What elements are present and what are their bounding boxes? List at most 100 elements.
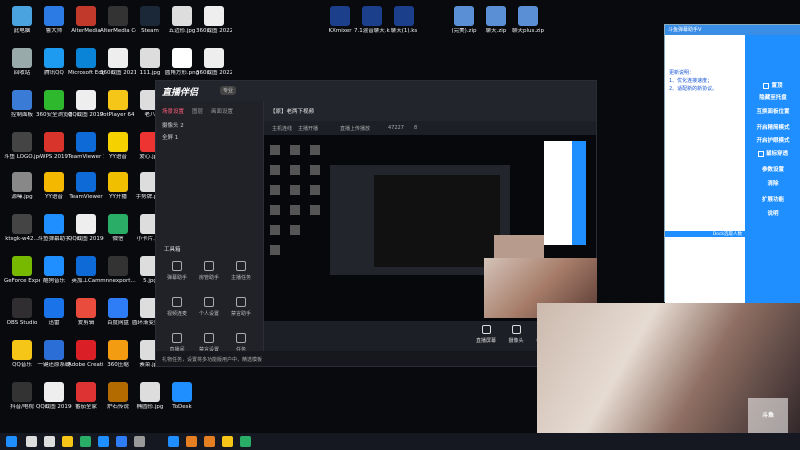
taskbar-app-icon[interactable]: [116, 436, 127, 447]
toolbox-item[interactable]: 主播任务: [226, 261, 256, 289]
toolbox-item[interactable]: 弹幕助手: [162, 261, 192, 289]
helper-menu-button[interactable]: 清除: [745, 179, 800, 187]
desktop-icon[interactable]: 酷狗音乐: [36, 256, 72, 296]
desktop-icon[interactable]: 腾讯QQ: [36, 48, 72, 88]
desktop-icon-label: 番茄全家: [74, 404, 97, 410]
taskbar-app-icon[interactable]: [240, 436, 251, 447]
info-item[interactable]: 主机连线: [272, 125, 292, 132]
helper-menu-button[interactable]: 参数设置: [745, 165, 800, 173]
toolbox-item[interactable]: 房管助手: [194, 261, 224, 289]
desktop-icon[interactable]: 360截图 2021031...: [100, 48, 136, 88]
desktop-icon[interactable]: AlterMedia Central 4: [100, 6, 136, 46]
taskbar-app-icon[interactable]: [62, 436, 73, 447]
taskbar-app-icon[interactable]: [26, 436, 37, 447]
helper-menu-button[interactable]: 扩展功能: [745, 195, 800, 203]
tab-picture-settings[interactable]: 画面设置: [211, 107, 233, 115]
desktop-icon[interactable]: 斗鱼 LOGO.jpg: [4, 132, 40, 172]
desktop-icon[interactable]: AlterMedia: [68, 6, 104, 46]
desktop-icon[interactable]: 抖音/电视: [4, 382, 40, 422]
helper-menu-button[interactable]: 说明: [745, 209, 800, 217]
desktop-icon[interactable]: 炉石传说: [100, 382, 136, 422]
taskbar-app-icon[interactable]: [186, 436, 197, 447]
desktop-icon[interactable]: 百度网盘: [100, 298, 136, 338]
desktop-icon[interactable]: QQ音乐: [4, 340, 40, 380]
desktop-icon[interactable]: 源噪.jpg: [4, 172, 40, 212]
desktop-icon[interactable]: mnnexport...: [100, 256, 136, 296]
desktop-icon[interactable]: YY开播: [100, 172, 136, 212]
desktop-icon[interactable]: 爱剪辑: [68, 298, 104, 338]
taskbar-app-icon[interactable]: [44, 436, 55, 447]
info-item[interactable]: 主播开播: [298, 125, 318, 132]
desktop-icon[interactable]: 一键还原系统: [36, 340, 72, 380]
desktop-icon[interactable]: 7.1混音聊天.ks: [354, 6, 390, 46]
taskbar-app-icon[interactable]: [222, 436, 233, 447]
desktop-icon[interactable]: GeForce Experience: [4, 256, 40, 296]
desktop-icon[interactable]: QQ截图 2019030...: [68, 214, 104, 254]
scene-item[interactable]: 摄像头 2: [162, 121, 184, 129]
desktop-icon[interactable]: ToDesk: [164, 382, 200, 422]
desktop-icon[interactable]: Adobe Creati...: [68, 340, 104, 380]
desktop-icon[interactable]: 微信: [100, 214, 136, 254]
desktop-icon[interactable]: 鲁大师: [36, 6, 72, 46]
control-button[interactable]: 摄像头: [502, 325, 530, 344]
desktop-icon[interactable]: 360压缩: [100, 340, 136, 380]
desktop-icon-label: 一键还原系统: [37, 362, 71, 368]
desktop-icon[interactable]: 迅雷: [36, 298, 72, 338]
desktop-icon[interactable]: 360安全浏览器: [36, 90, 72, 130]
desktop-icon[interactable]: 控制面板: [4, 90, 40, 130]
desktop-icon[interactable]: 360截图 2022021...: [196, 6, 232, 46]
helper-menu-button[interactable]: 鼠标穿透: [745, 149, 800, 157]
desktop-icon[interactable]: WPS 2019: [36, 132, 72, 172]
helper-menu-button[interactable]: 置顶: [745, 81, 800, 89]
desktop-icon[interactable]: 聊天plus.zip: [510, 6, 546, 46]
toolbox-item[interactable]: 个人设置: [194, 297, 224, 325]
desktop-icon[interactable]: Microsoft Edge: [68, 48, 104, 88]
desktop-icon[interactable]: 英加工Cam: [68, 256, 104, 296]
desktop-icon[interactable]: 此电脑: [4, 6, 40, 46]
scene-item[interactable]: 全屏 1: [162, 133, 178, 141]
desktop-icon[interactable]: 斗鱼弹幕助手: [36, 214, 72, 254]
control-button[interactable]: 直播屏幕: [472, 325, 500, 344]
desktop-icon[interactable]: 回收站: [4, 48, 40, 88]
live-companion-window[interactable]: 直播伴侣 专业 场景设置 图层 画面设置 摄像头 2 全屏 1 工具箱 弹幕助手…: [155, 80, 597, 367]
checkbox-icon[interactable]: [757, 150, 764, 157]
title-bar[interactable]: 直播伴侣 专业: [156, 81, 596, 101]
toolbox-item[interactable]: 禁言助手: [226, 297, 256, 325]
toolbox-item[interactable]: 视频连麦: [162, 297, 192, 325]
helper-menu-button[interactable]: 互换面板位置: [745, 107, 800, 115]
desktop-icon[interactable]: TeamViewer: [68, 172, 104, 212]
taskbar: [0, 433, 800, 450]
desktop-icon[interactable]: 番茄全家: [68, 382, 104, 422]
desktop-icon[interactable]: 椭圆形.jpg: [132, 382, 168, 422]
desktop-icon[interactable]: 聊天(1).ks: [386, 6, 422, 46]
helper-menu-button[interactable]: 隐藏至托盘: [745, 93, 800, 101]
desktop-icon[interactable]: (完美).zip: [446, 6, 482, 46]
taskbar-app-icon[interactable]: [168, 436, 179, 447]
taskbar-app-icon[interactable]: [204, 436, 215, 447]
helper-menu-label: 说明: [767, 211, 779, 217]
desktop-icon[interactable]: PotPlayer 64 bit: [100, 90, 136, 130]
desktop-icon[interactable]: TeamViewer 14: [68, 132, 104, 172]
taskbar-app-icon[interactable]: [80, 436, 91, 447]
desktop-icon[interactable]: Steam: [132, 6, 168, 46]
desktop-icon[interactable]: OBS Studio: [4, 298, 40, 338]
tab-layers[interactable]: 图层: [192, 107, 203, 115]
checkbox-icon[interactable]: [763, 82, 770, 89]
desktop-icon[interactable]: 五边形.jpg: [164, 6, 200, 46]
desktop-icon[interactable]: YY语音: [36, 172, 72, 212]
taskbar-app-icon[interactable]: [98, 436, 109, 447]
tab-scene-settings[interactable]: 场景设置: [162, 107, 184, 115]
desktop-icon[interactable]: ktsgk-w42...: [4, 214, 40, 254]
desktop-icon[interactable]: QQ截图 2019030...: [68, 90, 104, 130]
tool-label: 主播任务: [230, 275, 251, 281]
desktop-icon[interactable]: 聊天.zip: [478, 6, 514, 46]
helper-menu-button[interactable]: 开启精简模式: [745, 123, 800, 131]
desktop-icon[interactable]: KXmixer: [322, 6, 358, 46]
taskbar-app-icon[interactable]: [6, 436, 17, 447]
taskbar-app-icon[interactable]: [134, 436, 145, 447]
danmaku-helper-window[interactable]: 斗鱼弹幕助手V 更新说明： 1、优化连接速度； 2、适配新的新协议。 Dock选…: [664, 24, 800, 303]
desktop-icon[interactable]: YY语音: [100, 132, 136, 172]
helper-menu-button[interactable]: 开启护眼模式: [745, 136, 800, 144]
helper-title-bar[interactable]: 斗鱼弹幕助手V: [665, 25, 800, 35]
desktop-icon[interactable]: QQ截图 2019060...: [36, 382, 72, 422]
